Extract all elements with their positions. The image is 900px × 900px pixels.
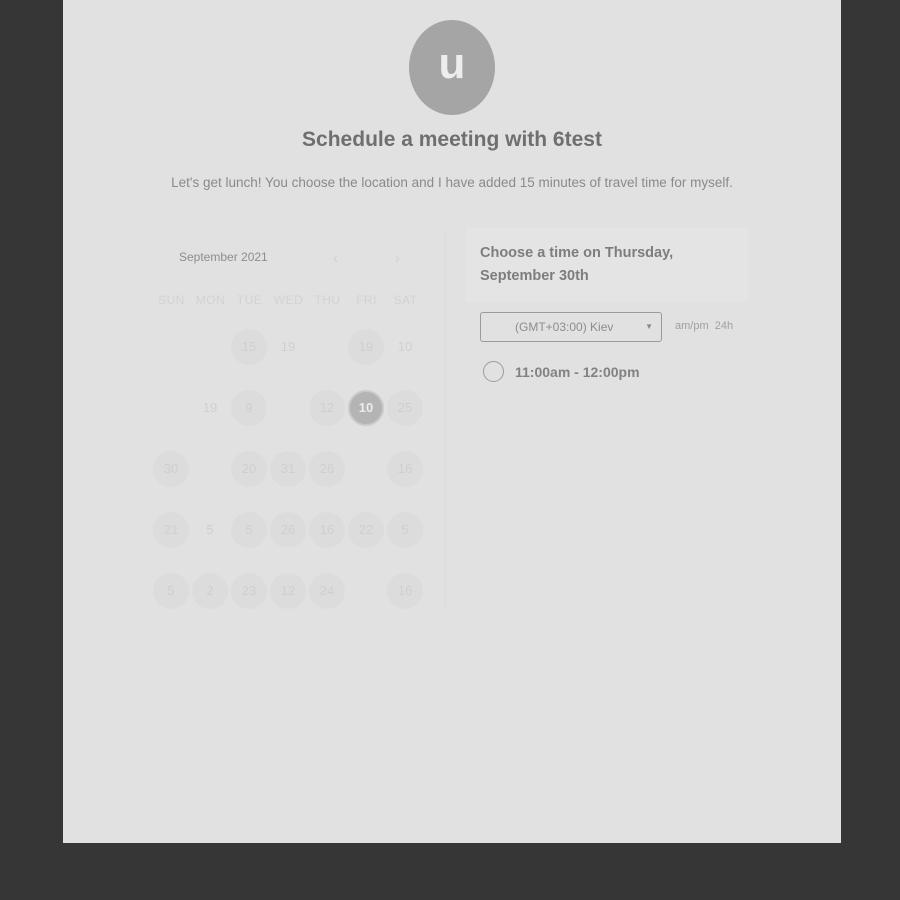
calendar-day[interactable]: 26 xyxy=(309,451,345,487)
timezone-select[interactable]: (GMT+03:00) Kiev ▼ xyxy=(480,312,662,342)
format-24h-option[interactable]: 24h xyxy=(715,320,733,332)
meeting-description: Let's get lunch! You choose the location… xyxy=(171,175,733,190)
format-ampm-option[interactable]: am/pm xyxy=(675,320,709,332)
caret-down-icon: ▼ xyxy=(645,322,653,331)
calendar-day[interactable]: 12 xyxy=(309,390,345,426)
calendar-day[interactable]: 26 xyxy=(270,512,306,548)
time-format-toggle: am/pm 24h xyxy=(675,320,733,332)
calendar-day: 19 xyxy=(280,339,296,354)
calendar-divider xyxy=(445,228,446,608)
time-panel-heading: Choose a time on Thursday, September 30t… xyxy=(480,245,674,284)
calendar-day[interactable]: 23 xyxy=(231,573,267,609)
calendar-day: 5 xyxy=(206,522,214,537)
time-panel-header: Choose a time on Thursday, September 30t… xyxy=(466,228,748,302)
weekday-header: SAT xyxy=(393,293,418,307)
calendar-day: 10 xyxy=(397,339,413,354)
chevron-left-icon[interactable]: ‹ xyxy=(333,250,338,267)
calendar-day-selected[interactable]: 10 xyxy=(348,390,384,426)
calendar-day[interactable]: 16 xyxy=(387,451,423,487)
weekday-header: TUE xyxy=(236,293,263,307)
calendar-day[interactable]: 5 xyxy=(153,573,189,609)
calendar-day[interactable]: 19 xyxy=(348,329,384,365)
page-title: Schedule a meeting with 6test xyxy=(302,128,602,151)
calendar-day[interactable]: 16 xyxy=(387,573,423,609)
calendar-day[interactable]: 5 xyxy=(231,512,267,548)
chevron-right-icon[interactable]: › xyxy=(395,250,400,267)
calendar-day[interactable]: 24 xyxy=(309,573,345,609)
calendar-day[interactable]: 22 xyxy=(348,512,384,548)
avatar: u xyxy=(409,20,495,115)
weekday-header: FRI xyxy=(356,293,377,307)
calendar-day[interactable]: 31 xyxy=(270,451,306,487)
calendar-day[interactable]: 2 xyxy=(192,573,228,609)
calendar-day[interactable]: 9 xyxy=(231,390,267,426)
calendar-day: 19 xyxy=(202,400,218,415)
timezone-value: (GMT+03:00) Kiev xyxy=(515,320,614,334)
weekday-header: WED xyxy=(273,293,304,307)
time-slot-radio[interactable] xyxy=(483,361,504,382)
calendar-day[interactable]: 16 xyxy=(309,512,345,548)
calendar-day[interactable]: 20 xyxy=(231,451,267,487)
calendar: September 2021 ‹ › SUN MON TUE WED THU FRI SAT… xyxy=(151,228,444,609)
calendar-day[interactable]: 30 xyxy=(153,451,189,487)
calendar-day[interactable]: 21 xyxy=(153,512,189,548)
weekday-header: MON xyxy=(195,293,226,307)
time-slot-label: 11:00am - 12:00pm xyxy=(515,364,640,380)
calendar-month-label: September 2021 xyxy=(179,250,268,264)
calendar-day[interactable]: 15 xyxy=(231,329,267,365)
weekday-header: THU xyxy=(314,293,341,307)
calendar-day[interactable]: 5 xyxy=(387,512,423,548)
calendar-day[interactable]: 12 xyxy=(270,573,306,609)
calendar-day[interactable]: 25 xyxy=(387,390,423,426)
weekday-header: SUN xyxy=(158,293,185,307)
booking-page: u Schedule a meeting with 6test Let's ge… xyxy=(63,0,841,843)
